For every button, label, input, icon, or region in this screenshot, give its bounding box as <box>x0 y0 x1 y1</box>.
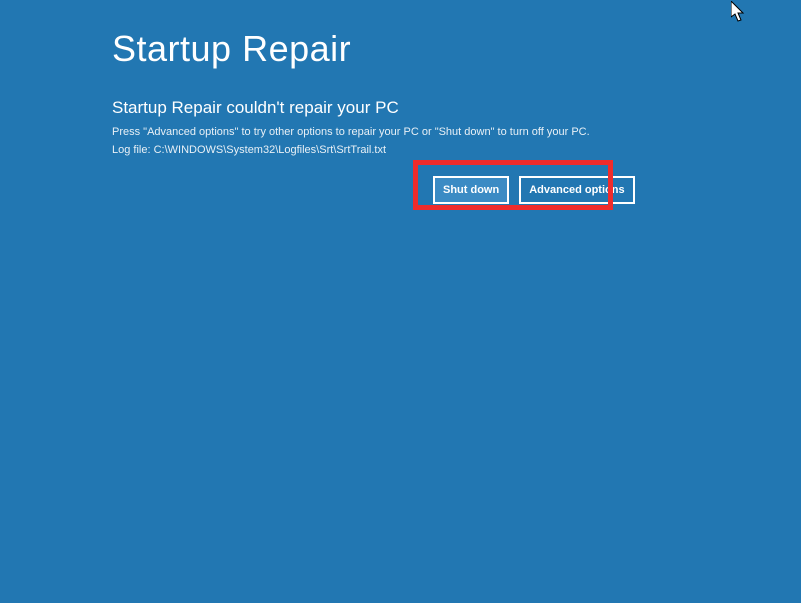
advanced-options-button[interactable]: Advanced options <box>519 176 634 204</box>
instruction-text: Press "Advanced options" to try other op… <box>112 126 801 138</box>
action-buttons: Shut down Advanced options <box>423 168 645 212</box>
page-title: Startup Repair <box>112 28 801 70</box>
shutdown-button[interactable]: Shut down <box>433 176 509 204</box>
log-file-path: Log file: C:\WINDOWS\System32\Logfiles\S… <box>112 144 801 156</box>
status-message: Startup Repair couldn't repair your PC <box>112 98 801 118</box>
